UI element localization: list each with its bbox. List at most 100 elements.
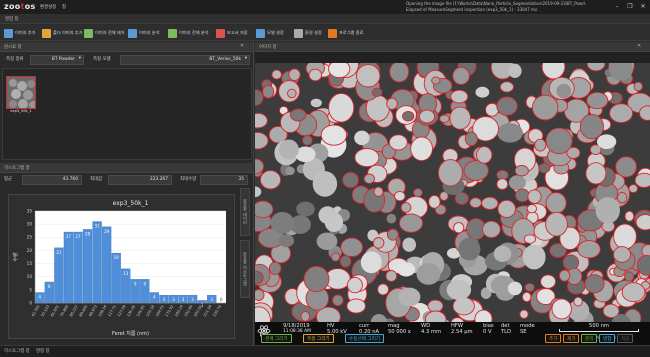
x-axis-label: Feret 지름 (nm): [112, 330, 149, 337]
histogram-panel-header: 히스토그램 창: [0, 163, 254, 173]
particle: [388, 134, 408, 151]
toolbar-button[interactable]: 이미지 추가: [4, 27, 36, 39]
tool-button[interactable]: 측정 그리기: [303, 334, 334, 343]
tool-button[interactable]: 분리: [581, 334, 598, 343]
tool-button[interactable]: 경계 그리기: [261, 334, 292, 343]
toolbar-button[interactable]: 이미지 전체 제거: [84, 27, 125, 39]
toolbar-button[interactable]: 프로그램 종료: [328, 27, 363, 39]
tab-distribution-data[interactable]: 분포창 데이터: [240, 188, 250, 236]
particle: [302, 135, 313, 146]
particle: [373, 186, 384, 197]
histogram-bar: [92, 221, 102, 304]
bar-value-label: 19: [114, 255, 120, 260]
toolbar-button[interactable]: 이미지 전체 분석: [168, 27, 209, 39]
image-add-icon: [4, 28, 13, 38]
particle: [287, 88, 297, 99]
thumbnail-label: exp3_50k_1: [10, 109, 32, 113]
chevron-down-icon: ▾: [244, 56, 247, 61]
toolbar-button[interactable]: 모델 설정: [256, 27, 284, 39]
toolbar-button[interactable]: 폴더 이미지 추가: [42, 27, 83, 39]
sem-image[interactable]: [255, 63, 650, 345]
measure-item-select[interactable]: BT Powder ▾: [30, 55, 84, 65]
particle: [527, 189, 542, 204]
status-notice: Opening the image file [F:\Works\Data\Na…: [406, 1, 586, 13]
particle: [497, 123, 523, 143]
particle: [431, 76, 441, 85]
particle: [308, 68, 323, 82]
particle: [596, 134, 617, 149]
particle: [312, 171, 338, 197]
particle: [279, 139, 299, 160]
x-tick-label: 202.02: [193, 305, 203, 318]
particle: [259, 170, 282, 190]
measure-model-value: BT_Verios_50k: [209, 57, 241, 62]
panel-close-icon[interactable]: ✕: [240, 43, 244, 49]
particle: [496, 178, 509, 190]
toolbar: 이미지 추가 폴더 이미지 추가 이미지 전체 제거 이미지 분석 이미지 전체 분석 보…: [0, 25, 650, 41]
bar-value-label: 28: [85, 231, 91, 236]
particle: [418, 109, 436, 124]
particle: [428, 194, 441, 209]
bar-value-label: 4: [153, 294, 156, 299]
toolbar-button[interactable]: 환경 설정: [294, 27, 322, 39]
particle: [558, 269, 571, 282]
tool-button[interactable]: 병합: [599, 334, 616, 343]
close-button[interactable]: ✕: [638, 2, 648, 11]
particle: [268, 261, 282, 275]
particle: [377, 283, 390, 296]
tool-button[interactable]: 추가: [545, 334, 562, 343]
particle: [255, 289, 265, 301]
histogram-chart: 0 5 10 15 20 25 30 35 4 42.765 8 52.133 21 61.501 27 70…: [8, 194, 235, 339]
thumbnail-image[interactable]: [6, 76, 36, 109]
y-tick-label: 30: [27, 222, 33, 227]
maximize-button[interactable]: ❐: [625, 2, 635, 11]
particle: [562, 254, 580, 271]
particle: [386, 97, 398, 110]
analyze-icon: [128, 28, 137, 38]
y-tick-label: 15: [27, 261, 33, 266]
particle: [538, 162, 551, 174]
particle: [452, 66, 470, 85]
particle: [579, 113, 604, 140]
image-panel-header: 이미지 창 ✕: [255, 42, 650, 52]
histogram-bar: [73, 231, 83, 304]
status-right[interactable]: 명령 창: [36, 348, 50, 354]
chart-title: exp3_50k_1: [113, 200, 149, 207]
particle: [342, 171, 359, 189]
tool-button[interactable]: 적용: [617, 334, 634, 343]
x-tick-label: 136.45: [126, 305, 136, 318]
particle: [386, 213, 397, 224]
particle: [508, 63, 522, 78]
particle: [556, 83, 572, 99]
toolbar-button[interactable]: 보고서 저장: [216, 27, 248, 39]
toolbar-button-label: 프로그램 종료: [339, 30, 364, 35]
particle: [507, 281, 523, 296]
particle: [332, 294, 344, 307]
particle: [496, 96, 518, 116]
histogram-bar: [111, 252, 121, 304]
particle: [540, 274, 557, 289]
menu-settings[interactable]: 환경설정: [40, 4, 56, 10]
y-tick-label: 20: [27, 248, 33, 253]
panel-close-icon[interactable]: ✕: [637, 43, 641, 49]
particle: [402, 111, 415, 122]
particle: [363, 173, 375, 184]
status-left[interactable]: 히스토그램 창: [4, 348, 30, 354]
tool-button[interactable]: 수동선택 그리기: [345, 334, 385, 343]
model-settings-icon: [256, 28, 265, 38]
toolbar-button[interactable]: 이미지 분석: [128, 27, 160, 39]
measure-model-select[interactable]: BT_Verios_50k ▾: [120, 55, 250, 65]
particle: [372, 237, 385, 249]
minimize-button[interactable]: –: [612, 2, 622, 11]
tool-button[interactable]: 제거: [563, 334, 580, 343]
bar-value-label: 9: [134, 281, 137, 286]
particle: [534, 138, 547, 152]
menu-window[interactable]: 창: [62, 4, 66, 10]
tab-distribution-histogram[interactable]: 분포창 히스토그램: [240, 240, 250, 298]
particle: [310, 98, 322, 108]
particle: [288, 68, 301, 81]
notice-line: Opening the image file [F:\Works\Data\Na…: [406, 1, 586, 6]
particle: [285, 166, 295, 176]
y-tick-label: 10: [27, 274, 33, 279]
toolbar-button-label: 환경 설정: [305, 30, 322, 35]
